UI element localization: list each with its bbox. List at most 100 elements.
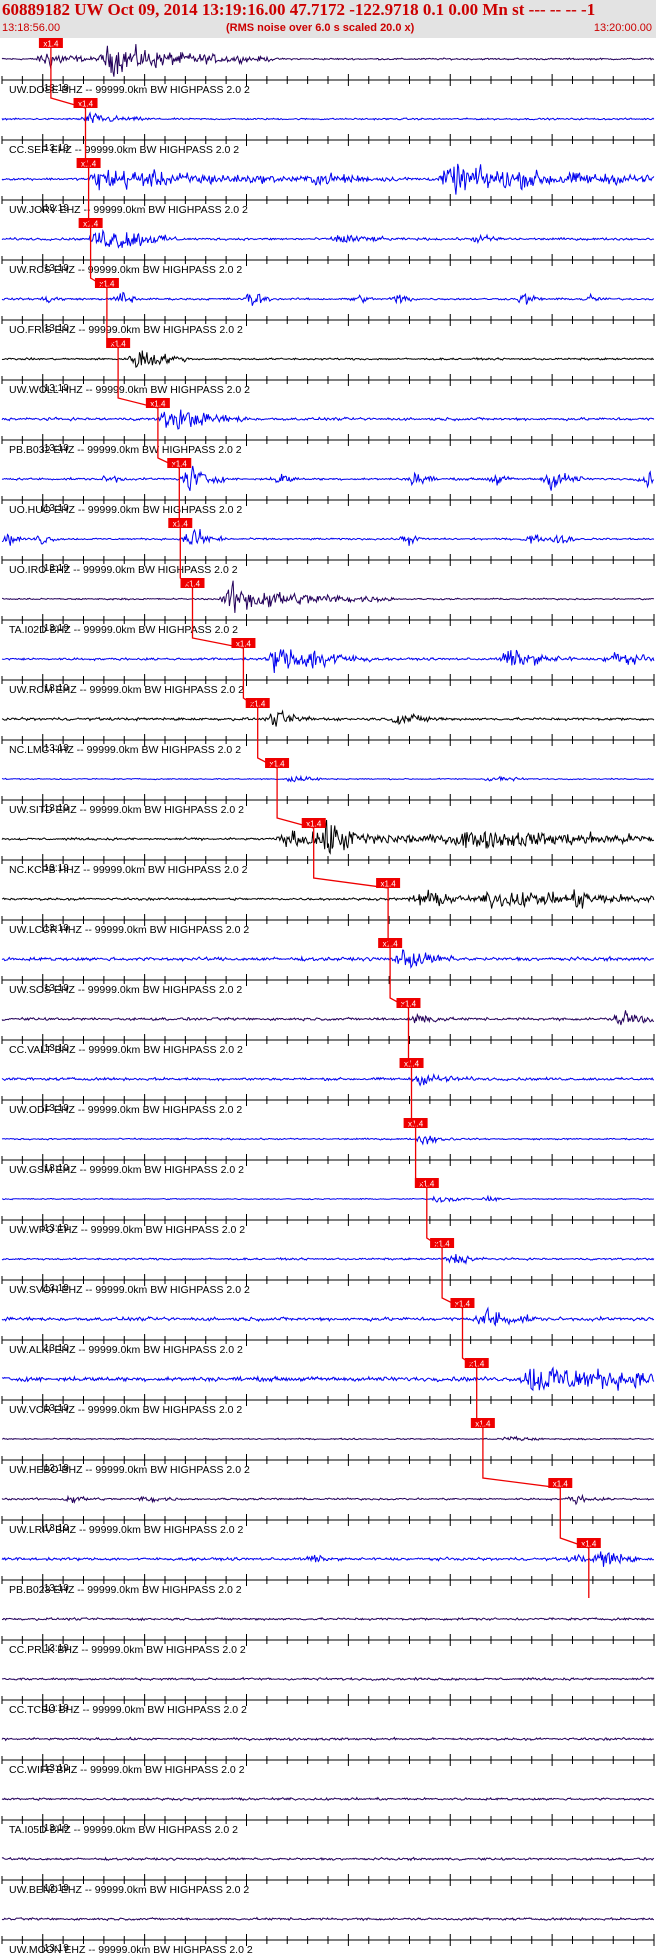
waveform-trace (1, 350, 654, 368)
trace-row: 13:19UO.FRIS EHZ -- 99999.0km BW HIGHPAS… (1, 278, 655, 336)
trace-row: 13:19TA.I02D BHZ -- 99999.0km BW HIGHPAS… (1, 578, 655, 636)
pick-label: x1.4 (270, 760, 286, 769)
waveform-trace (1, 1306, 655, 1327)
pick-label: x1.4 (172, 460, 188, 469)
waveform-trace (1, 44, 655, 77)
trace-row: 13:19PB.B032 EHZ -- 99999.0km BW HIGHPAS… (1, 398, 655, 456)
station-label: PB.B023 EHZ -- 99999.0km BW HIGHPASS 2.0… (9, 1584, 242, 1596)
waveform-trace (2, 580, 655, 613)
station-label: TA.I05D BHZ -- 99999.0km BW HIGHPASS 2.0… (9, 1824, 238, 1836)
waveform-trace (1, 1796, 655, 1802)
station-label: UW.RCS EHZ -- 99999.0km BW HIGHPASS 2.0 … (9, 264, 242, 276)
trace-row: 13:19UW.LRIV BHZ -- 99999.0km BW HIGHPAS… (1, 1478, 655, 1536)
waveform-trace (1, 528, 655, 546)
waveform-trace (1, 1736, 654, 1742)
station-label: UW.ALKI EHZ -- 99999.0km BW HIGHPASS 2.0… (9, 1344, 243, 1356)
station-label: CC.PRLK BHZ -- 99999.0km BW HIGHPASS 2.0… (9, 1644, 246, 1656)
station-label: UW.WOLL HHZ -- 99999.0km BW HIGHPASS 2.0… (9, 384, 250, 396)
trace-row: 13:19UW.LCCR HHZ -- 99999.0km BW HIGHPAS… (1, 878, 655, 936)
seismogram-plot: 13:19UW.DOSE BHZ -- 99999.0km BW HIGHPAS… (1, 38, 655, 1956)
pick-label: x1.4 (455, 1300, 471, 1309)
station-label: UW.BEND EHZ -- 99999.0km BW HIGHPASS 2.0… (9, 1884, 249, 1896)
station-label: UW.LRIV BHZ -- 99999.0km BW HIGHPASS 2.0… (9, 1524, 244, 1536)
trace-row: 13:19CC.SEP EHZ -- 99999.0km BW HIGHPASS… (1, 98, 655, 156)
station-label: UW.JORV EHZ -- 99999.0km BW HIGHPASS 2.0… (9, 204, 248, 216)
waveform-trace (1, 1676, 655, 1682)
waveform-trace (1, 1254, 655, 1265)
waveform-trace (1, 1551, 655, 1567)
trace-row: 13:19UW.ODF EHZ -- 99999.0km BW HIGHPASS… (1, 1058, 655, 1116)
waveform-trace (1, 1135, 655, 1146)
waveform-trace (1, 163, 655, 195)
trace-row: 13:19CC.VALT BHZ -- 99999.0km BW HIGHPAS… (1, 998, 655, 1056)
waveform-trace (1, 774, 655, 783)
trace-row: 13:19UW.GSM EHZ -- 99999.0km BW HIGHPASS… (1, 1118, 655, 1176)
station-label: UO.IRO EHZ -- 99999.0km BW HIGHPASS 2.0 … (9, 564, 238, 576)
waveform-trace (1, 1493, 655, 1506)
trace-row: 13:19UW.HEBO BHZ -- 99999.0km BW HIGHPAS… (1, 1418, 655, 1476)
waveform-trace (1, 1435, 655, 1442)
waveform-trace (1, 409, 655, 430)
waveform-trace (1, 889, 655, 909)
waveform-trace (1, 1194, 655, 1204)
trace-row: 13:19UW.RCS EHZ -- 99999.0km BW HIGHPASS… (1, 218, 655, 276)
trace-row: 13:19UW.BEND EHZ -- 99999.0km BW HIGHPAS… (1, 1856, 655, 1896)
station-label: UW.RCM EHZ -- 99999.0km BW HIGHPASS 2.0 … (9, 684, 244, 696)
trace-row: 13:19UW.RCM EHZ -- 99999.0km BW HIGHPASS… (1, 638, 655, 696)
pick-label: x1.4 (43, 40, 59, 49)
waveform-trace (1, 709, 655, 727)
waveform-trace (1, 228, 655, 249)
station-label: CC.WIFE BHZ -- 99999.0km BW HIGHPASS 2.0… (9, 1764, 245, 1776)
station-label: CC.TCBU BHZ -- 99999.0km BW HIGHPASS 2.0… (9, 1704, 247, 1716)
station-label: CC.VALT BHZ -- 99999.0km BW HIGHPASS 2.0… (9, 1044, 243, 1056)
station-label: UW.SVOH EHZ -- 99999.0km BW HIGHPASS 2.0… (9, 1284, 250, 1296)
waveform-trace (1, 1072, 655, 1087)
trace-row: 13:19TA.I05D BHZ -- 99999.0km BW HIGHPAS… (1, 1796, 655, 1836)
station-label: UO.HUO EHZ -- 99999.0km BW HIGHPASS 2.0 … (9, 504, 242, 516)
event-title: 60889182 UW Oct 09, 2014 13:19:16.00 47.… (2, 0, 596, 19)
waveform-trace (1, 1366, 655, 1392)
trace-row: 13:19UW.SOS EHZ -- 99999.0km BW HIGHPASS… (1, 938, 655, 996)
pick-label: x1.4 (99, 280, 115, 289)
station-label: UW.DOSE BHZ -- 99999.0km BW HIGHPASS 2.0… (9, 84, 250, 96)
station-label: UW.WPO EHZ -- 99999.0km BW HIGHPASS 2.0 … (9, 1224, 245, 1236)
waveform-trace (1, 1916, 655, 1922)
end-time-label: 13:20:00.00 (593, 22, 652, 34)
trace-row: 13:19UO.HUO EHZ -- 99999.0km BW HIGHPASS… (1, 458, 655, 516)
trace-row: 13:19UW.SVOH EHZ -- 99999.0km BW HIGHPAS… (1, 1238, 655, 1296)
waveform-trace (1, 291, 655, 306)
station-label: NC.KCPB HHZ -- 99999.0km BW HIGHPASS 2.0… (9, 864, 248, 876)
station-label: UW.HEBO BHZ -- 99999.0km BW HIGHPASS 2.0… (9, 1464, 250, 1476)
station-label: CC.SEP EHZ -- 99999.0km BW HIGHPASS 2.0 … (9, 144, 239, 156)
trace-row: 13:19CC.TCBU BHZ -- 99999.0km BW HIGHPAS… (1, 1676, 655, 1716)
pick-label: x1.4 (401, 1000, 417, 1009)
waveform-trace (1, 1856, 655, 1862)
station-label: UW.ODF EHZ -- 99999.0km BW HIGHPASS 2.0 … (9, 1104, 242, 1116)
trace-row: 13:19UW.MOON EHZ -- 99999.0km BW HIGHPAS… (1, 1916, 655, 1956)
trace-row: 13:19CC.PRLK BHZ -- 99999.0km BW HIGHPAS… (1, 1616, 655, 1656)
station-label: UW.SITD EHZ -- 99999.0km BW HIGHPASS 2.0… (9, 804, 244, 816)
trace-row: 13:19PB.B023 EHZ -- 99999.0km BW HIGHPAS… (1, 1538, 655, 1596)
waveform-trace (1, 111, 655, 124)
waveform-trace (1, 649, 655, 674)
waveform-trace (1, 465, 655, 491)
trace-row: 13:19UO.IRO EHZ -- 99999.0km BW HIGHPASS… (1, 518, 655, 576)
waveform-trace (1, 949, 655, 969)
waveform-trace (1, 1010, 655, 1026)
station-label: UW.GSM EHZ -- 99999.0km BW HIGHPASS 2.0 … (9, 1164, 244, 1176)
trace-row: 13:19UW.DOSE BHZ -- 99999.0km BW HIGHPAS… (1, 38, 655, 96)
station-label: UW.VCR EHZ -- 99999.0km BW HIGHPASS 2.0 … (9, 1404, 242, 1416)
station-label: UW.MOON EHZ -- 99999.0km BW HIGHPASS 2.0… (9, 1944, 253, 1956)
station-label: NC.LMC HHZ -- 99999.0km BW HIGHPASS 2.0 … (9, 744, 241, 756)
trace-row: 13:19CC.WIFE BHZ -- 99999.0km BW HIGHPAS… (1, 1736, 655, 1776)
station-label: UO.FRIS EHZ -- 99999.0km BW HIGHPASS 2.0… (9, 324, 243, 336)
trace-row: 13:19UW.JORV EHZ -- 99999.0km BW HIGHPAS… (1, 158, 655, 216)
waveform-trace (1, 1616, 655, 1622)
station-label: UW.SOS EHZ -- 99999.0km BW HIGHPASS 2.0 … (9, 984, 242, 996)
pick-label: x1.4 (581, 1540, 597, 1549)
waveform-trace (1, 819, 655, 855)
trace-row: 13:19UW.WOLL HHZ -- 99999.0km BW HIGHPAS… (1, 338, 655, 396)
station-label: PB.B032 EHZ -- 99999.0km BW HIGHPASS 2.0… (9, 444, 242, 456)
trace-row: 13:19NC.KCPB HHZ -- 99999.0km BW HIGHPAS… (1, 818, 655, 876)
station-label: TA.I02D BHZ -- 99999.0km BW HIGHPASS 2.0… (9, 624, 238, 636)
